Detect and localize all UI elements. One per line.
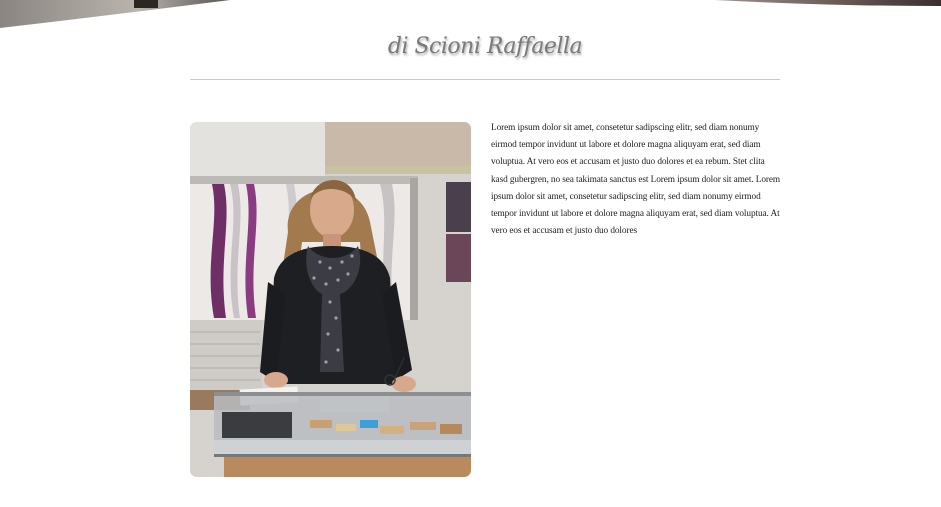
intro-paragraph: Lorem ipsum dolor sit amet, consetetur s…: [491, 123, 781, 237]
portrait-photo: [190, 122, 471, 477]
title-divider: [190, 79, 780, 80]
page-title: di Scioni Raffaella: [387, 34, 583, 59]
hero-image-edge: [0, 0, 941, 28]
